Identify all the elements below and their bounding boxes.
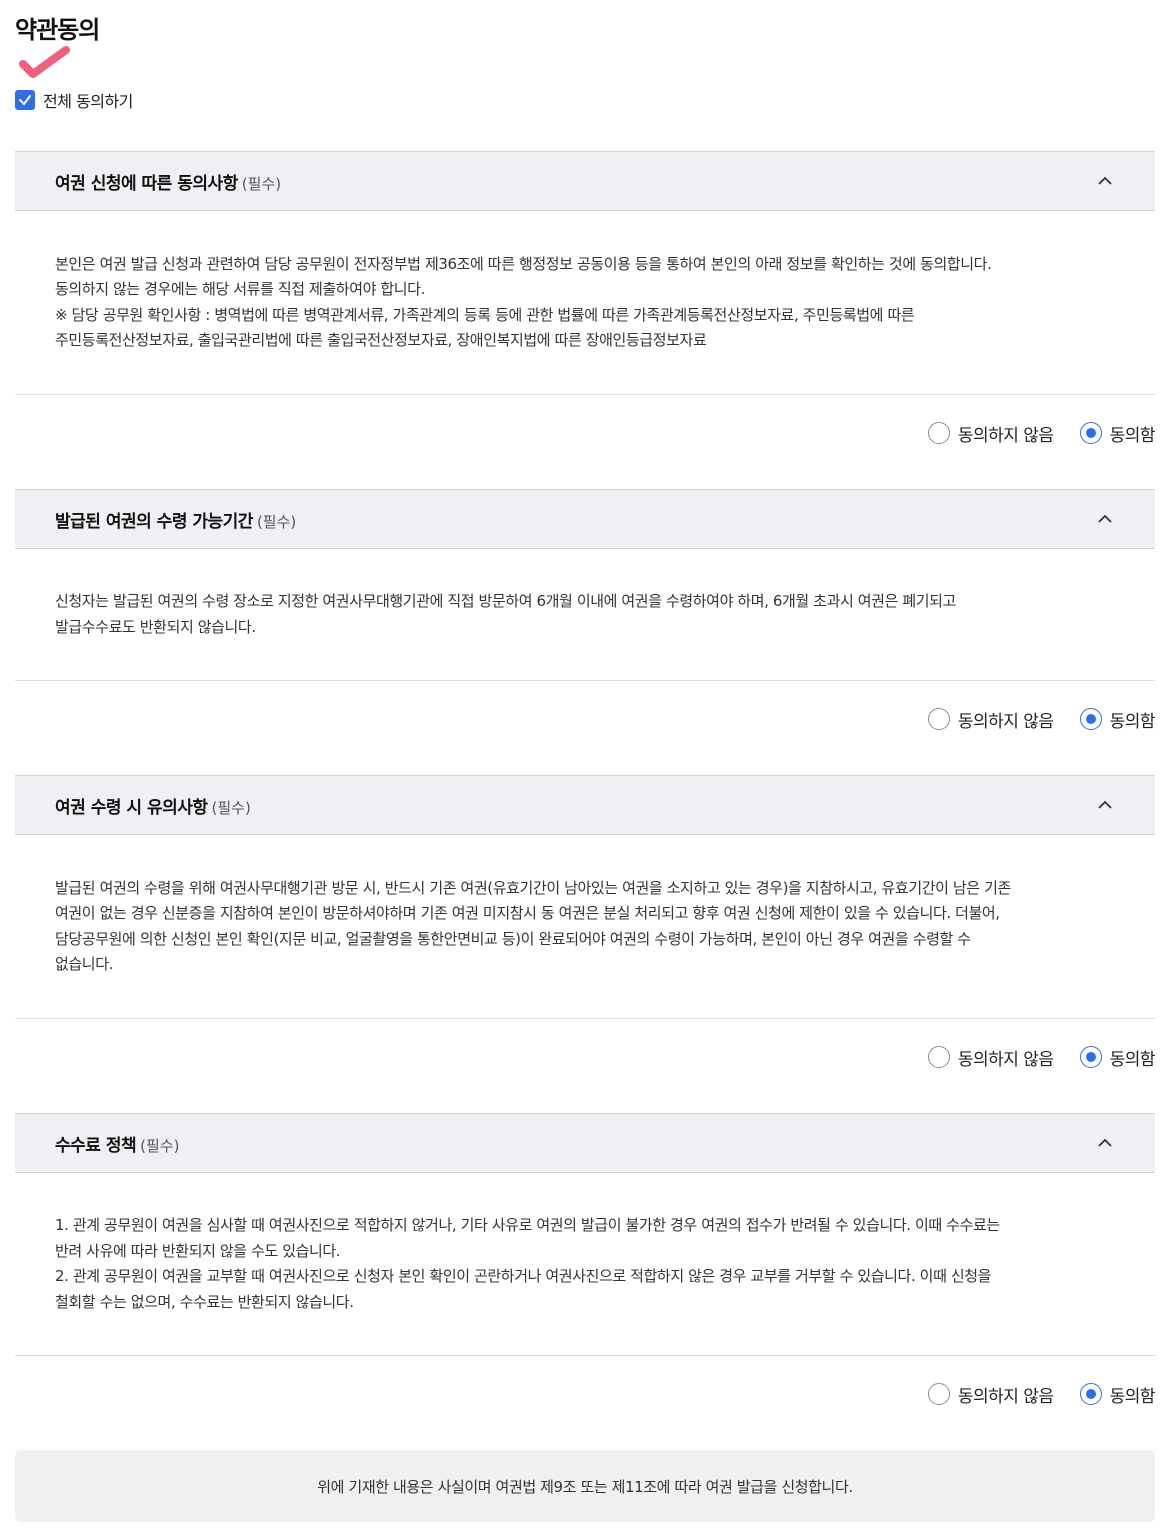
required-tag: (필수): [211, 798, 251, 817]
content-line: ※ 담당 공무원 확인사항 : 병역법에 따른 병역관계서류, 가족관계의 등록…: [55, 305, 915, 324]
content-line: 발급된 여권의 수령을 위해 여권사무대행기관 방문 시, 반드시 기존 여권(…: [55, 878, 1011, 897]
content-line: 반려 사유에 따라 반환되지 않을 수도 있습니다.: [55, 1241, 341, 1260]
disagree-label: 동의하지 않음: [957, 711, 1054, 732]
radio-checked-icon[interactable]: [1079, 1046, 1102, 1068]
section-header[interactable]: 여권 수령 시 유의사항 (필수): [15, 775, 1155, 835]
content-line: 2. 관계 공무원이 여권을 교부할 때 여권사진으로 신청자 본인 확인이 곤…: [55, 1267, 992, 1285]
consent-radio-group: 동의하지 않음 동의함: [15, 681, 1156, 757]
section-title: 여권 수령 시 유의사항: [55, 797, 208, 818]
consent-radio-group: 동의하지 않음 동의함: [15, 1019, 1156, 1095]
content-line: 여권이 없는 경우 신분증을 지참하여 본인이 방문하셔야하며 기존 여권 미지…: [55, 904, 1000, 922]
disagree-label: 동의하지 않음: [957, 1049, 1054, 1070]
content-line: 주민등록전산정보자료, 출입국관리법에 따른 출입국전산정보자료, 장애인복지법…: [55, 331, 707, 349]
consent-radio-group: 동의하지 않음 동의함: [15, 1356, 1156, 1432]
radio-checked-icon[interactable]: [1079, 422, 1102, 444]
required-tag: (필수): [256, 512, 297, 531]
agree-radio[interactable]: 동의함: [1079, 1382, 1156, 1407]
content-line: 1. 관계 공무원이 여권을 심사할 때 여권사진으로 적합하지 않거나, 기타…: [55, 1216, 1000, 1234]
section-content: 본인은 여권 발급 신청과 관련하여 담당 공무원이 전자정부법 제36조에 따…: [15, 211, 1155, 395]
agree-label: 동의함: [1109, 711, 1156, 732]
agree-label: 동의함: [1109, 1049, 1156, 1070]
content-line: 철회할 수는 없으며, 수수료는 반환되지 않습니다.: [55, 1292, 354, 1311]
consent-section-2: 발급된 여권의 수령 가능기간 (필수) 신청자는 발급된 여권의 수령 장소로 …: [15, 489, 1156, 757]
section-header[interactable]: 여권 신청에 따른 동의사항 (필수): [15, 151, 1155, 211]
disagree-radio[interactable]: 동의하지 않음: [927, 421, 1054, 446]
consent-section-1: 여권 신청에 따른 동의사항 (필수) 본인은 여권 발급 신청과 관련하여 담당…: [15, 151, 1156, 471]
chevron-up-icon[interactable]: [1095, 509, 1115, 529]
content-line: 본인은 여권 발급 신청과 관련하여 담당 공무원이 전자정부법 제36조에 따…: [55, 254, 992, 273]
disagree-label: 동의하지 않음: [957, 425, 1054, 446]
agree-radio[interactable]: 동의함: [1079, 707, 1156, 732]
disagree-radio[interactable]: 동의하지 않음: [927, 1045, 1054, 1070]
required-tag: (필수): [140, 1136, 180, 1155]
radio-unchecked-icon[interactable]: [927, 422, 950, 444]
chevron-up-icon[interactable]: [1095, 1133, 1115, 1153]
radio-checked-icon[interactable]: [1079, 1383, 1102, 1405]
disagree-label: 동의하지 않음: [957, 1386, 1054, 1407]
content-line: 담당공무원에 의한 신청인 본인 확인(지문 비교, 얼굴촬영을 통한안면비교 …: [55, 929, 971, 948]
checkbox-checked-icon[interactable]: [15, 90, 35, 110]
consent-radio-group: 동의하지 않음 동의함: [15, 395, 1156, 471]
section-content: 1. 관계 공무원이 여권을 심사할 때 여권사진으로 적합하지 않거나, 기타…: [15, 1173, 1155, 1356]
section-content: 신청자는 발급된 여권의 수령 장소로 지정한 여권사무대행기관에 직접 방문하…: [15, 549, 1155, 681]
section-header[interactable]: 발급된 여권의 수령 가능기간 (필수): [15, 489, 1155, 549]
agree-all-label: 전체 동의하기: [43, 92, 133, 111]
consent-section-4: 수수료 정책 (필수) 1. 관계 공무원이 여권을 심사할 때 여권사진으로 적…: [15, 1113, 1156, 1432]
radio-unchecked-icon[interactable]: [927, 1383, 950, 1405]
required-tag: (필수): [241, 174, 282, 193]
agree-all-checkbox[interactable]: 전체 동의하기: [15, 88, 133, 112]
agree-label: 동의함: [1109, 425, 1156, 446]
declaration-box: 위에 기재한 내용은 사실이며 여권법 제9조 또는 제11조에 따라 여권 발…: [15, 1450, 1155, 1522]
radio-unchecked-icon[interactable]: [927, 708, 950, 730]
section-header[interactable]: 수수료 정책 (필수): [15, 1113, 1155, 1173]
chevron-up-icon[interactable]: [1095, 795, 1115, 815]
content-line: 없습니다.: [55, 955, 113, 973]
agree-label: 동의함: [1109, 1386, 1156, 1407]
consent-section-3: 여권 수령 시 유의사항 (필수) 발급된 여권의 수령을 위해 여권사무대행기관…: [15, 775, 1156, 1095]
check-annotation-icon: [19, 46, 70, 78]
chevron-up-icon[interactable]: [1095, 171, 1115, 191]
disagree-radio[interactable]: 동의하지 않음: [927, 1382, 1054, 1407]
page-title: 약관동의: [15, 16, 100, 44]
section-title: 수수료 정책: [55, 1135, 137, 1156]
agree-radio[interactable]: 동의함: [1079, 421, 1156, 446]
disagree-radio[interactable]: 동의하지 않음: [927, 707, 1054, 732]
declaration-text: 위에 기재한 내용은 사실이며 여권법 제9조 또는 제11조에 따라 여권 발…: [317, 1477, 853, 1496]
content-line: 발급수수료도 반환되지 않습니다.: [55, 617, 256, 636]
radio-unchecked-icon[interactable]: [927, 1046, 950, 1068]
agree-radio[interactable]: 동의함: [1079, 1045, 1156, 1070]
content-line: 동의하지 않는 경우에는 해당 서류를 직접 제출하여야 합니다.: [55, 280, 425, 298]
section-title: 발급된 여권의 수령 가능기간: [55, 511, 253, 532]
section-title: 여권 신청에 따른 동의사항: [55, 173, 238, 194]
radio-checked-icon[interactable]: [1079, 708, 1102, 730]
content-line: 신청자는 발급된 여권의 수령 장소로 지정한 여권사무대행기관에 직접 방문하…: [55, 592, 956, 610]
section-content: 발급된 여권의 수령을 위해 여권사무대행기관 방문 시, 반드시 기존 여권(…: [15, 835, 1155, 1019]
